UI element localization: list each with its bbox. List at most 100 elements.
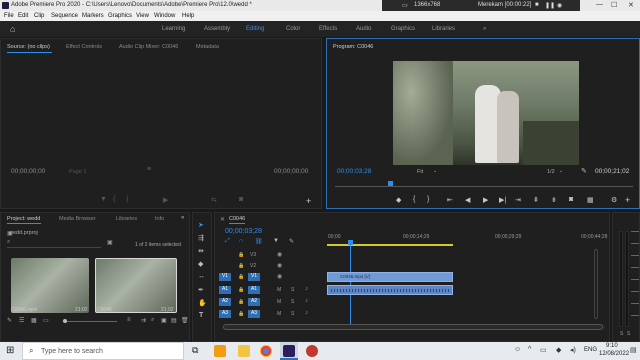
track-select-tool-icon[interactable]: ⇶ (198, 234, 204, 242)
source-out-icon[interactable]: } (126, 196, 128, 203)
timeline-timecode[interactable]: 00;00;03;28 (225, 228, 262, 235)
solo-button[interactable]: S (291, 311, 294, 317)
lock-icon[interactable]: 🔒 (238, 263, 244, 269)
menu-window[interactable]: Window (154, 13, 175, 19)
step-forward-icon[interactable]: ▶| (499, 196, 506, 204)
project-item-thumb-2[interactable] (95, 258, 177, 313)
eye-icon[interactable]: ◉ (277, 262, 282, 269)
new-item-icon[interactable]: ▤ (171, 317, 177, 324)
notification-icon[interactable]: ▤ (630, 346, 637, 354)
wrench-icon[interactable]: ✎ (581, 167, 587, 175)
project-search-input[interactable] (7, 240, 101, 248)
workspace-effects[interactable]: Effects (319, 26, 337, 32)
menu-file[interactable]: File (4, 13, 14, 19)
source-marker-icon[interactable]: ▼ (100, 196, 107, 203)
mute-button[interactable]: M (277, 311, 281, 317)
tab-project[interactable]: Project: wedd (7, 216, 40, 222)
step-back-icon[interactable]: ◀ (465, 196, 470, 204)
fit-chevron-icon[interactable]: ⌄ (433, 168, 437, 174)
file-explorer-icon[interactable] (238, 345, 250, 357)
slip-tool-icon[interactable]: ↔ (198, 273, 205, 280)
program-timecode-current[interactable]: 00;00;03;28 (337, 168, 371, 175)
tray-language[interactable]: ENG (584, 347, 597, 353)
zoom-slider-handle[interactable] (63, 319, 67, 323)
tab-effect-controls[interactable]: Effect Controls (66, 44, 102, 50)
home-icon[interactable]: ⌂ (10, 24, 15, 34)
solo-meter-button[interactable]: S (620, 331, 623, 337)
mic-icon[interactable]: ♪ (305, 298, 308, 304)
more-workspaces-icon[interactable]: » (483, 26, 486, 32)
go-to-out-icon[interactable]: ⇥ (515, 196, 521, 204)
type-tool-icon[interactable]: T (199, 312, 203, 319)
menu-view[interactable]: View (136, 13, 149, 19)
tab-audio-clip-mixer[interactable]: Audio Clip Mixer: C0046 (119, 44, 178, 50)
hand-tool-icon[interactable]: ✋ (198, 299, 207, 307)
export-frame-icon[interactable]: ◙ (569, 196, 573, 203)
workspace-assembly[interactable]: Assembly (204, 26, 230, 32)
source-play-icon[interactable]: ▶ (163, 196, 168, 204)
source-camera-icon[interactable]: ◙ (239, 196, 243, 203)
workspace-color[interactable]: Color (286, 26, 300, 32)
program-add-icon[interactable]: + (625, 195, 630, 205)
program-fit-select[interactable]: Fit (417, 169, 423, 175)
tray-chevron-icon[interactable]: ^ (528, 346, 531, 353)
recorder-icon[interactable] (306, 345, 318, 357)
solo-button[interactable]: S (291, 299, 294, 305)
stop-icon[interactable]: ■ (535, 2, 539, 8)
track-name-v1[interactable]: V1 (248, 273, 260, 281)
menu-graphics[interactable]: Graphics (108, 13, 132, 19)
solo-button[interactable]: S (291, 287, 294, 293)
menu-sequence[interactable]: Sequence (51, 13, 78, 19)
eye-icon[interactable]: ◉ (277, 273, 282, 280)
track-name-a2[interactable]: A2 (248, 298, 260, 306)
maximize-button[interactable]: ☐ (611, 1, 617, 9)
premiere-taskbar-button[interactable] (280, 342, 298, 360)
windows-start-icon[interactable]: ⊞ (6, 345, 14, 356)
go-to-in-icon[interactable]: ⇤ (447, 196, 453, 204)
program-scrubber[interactable] (335, 186, 633, 187)
timeline-scroll-thumb[interactable] (223, 324, 603, 330)
taskbar-search-box[interactable]: ⌕ Type here to search (22, 342, 184, 360)
video-clip[interactable]: C0046.mp4 [V] (327, 272, 453, 282)
tab-metadata[interactable]: Metadata (196, 44, 219, 50)
mic-icon[interactable]: ♪ (305, 286, 308, 292)
solo-meter-button[interactable]: S (627, 331, 630, 337)
tab-media-browser[interactable]: Media Browser (59, 216, 96, 222)
freeform-view-icon[interactable]: ▭ (43, 317, 49, 324)
eye-icon[interactable]: ◉ (277, 251, 282, 258)
tab-timeline-sequence[interactable]: C0046 (229, 216, 245, 222)
lift-icon[interactable]: ⇞ (533, 196, 539, 204)
source-patch-a2[interactable]: A2 (219, 298, 231, 306)
taskbar-search-placeholder[interactable]: Type here to search (41, 348, 103, 355)
comparison-view-icon[interactable]: ▦ (587, 196, 594, 204)
automate-icon[interactable]: ⇉ (141, 317, 146, 324)
source-patch-a3[interactable]: A3 (219, 310, 231, 318)
add-marker-timeline-icon[interactable]: ▼ (273, 238, 279, 244)
source-in-icon[interactable]: { (113, 196, 115, 203)
sort-icon[interactable]: ≡ (127, 317, 131, 323)
track-name-a1[interactable]: A1 (248, 286, 260, 294)
menu-clip[interactable]: Clip (34, 13, 44, 19)
audio-clip[interactable] (327, 285, 453, 295)
find-icon[interactable]: ⌕ (151, 317, 154, 324)
program-playhead[interactable] (388, 181, 393, 186)
ripple-edit-tool-icon[interactable]: ⇹ (198, 247, 204, 255)
timeline-settings-icon[interactable]: ✎ (289, 238, 294, 245)
panel-more-icon[interactable]: » (181, 215, 184, 221)
razor-tool-icon[interactable]: ◆ (198, 260, 203, 268)
extract-icon[interactable]: ⇟ (551, 196, 557, 204)
writable-icon[interactable]: ✎ (7, 317, 12, 324)
workspace-audio[interactable]: Audio (356, 26, 371, 32)
mic-icon[interactable]: ♪ (305, 310, 308, 316)
pause-icon[interactable]: ❚❚ (545, 2, 555, 9)
tray-date[interactable]: 12/08/2022 (599, 351, 629, 357)
source-patch-a1[interactable]: A1 (219, 286, 231, 294)
play-icon[interactable]: ▶ (483, 196, 488, 204)
workspace-graphics[interactable]: Graphics (391, 26, 415, 32)
settings-icon[interactable]: ⚙ (611, 196, 617, 204)
trash-icon[interactable]: 🗑 (181, 317, 189, 324)
work-area-bar[interactable] (327, 244, 453, 246)
mute-button[interactable]: M (277, 299, 281, 305)
snap-icon[interactable]: ∩ (239, 238, 243, 244)
tab-source[interactable]: Source: (no clips) (7, 44, 50, 50)
